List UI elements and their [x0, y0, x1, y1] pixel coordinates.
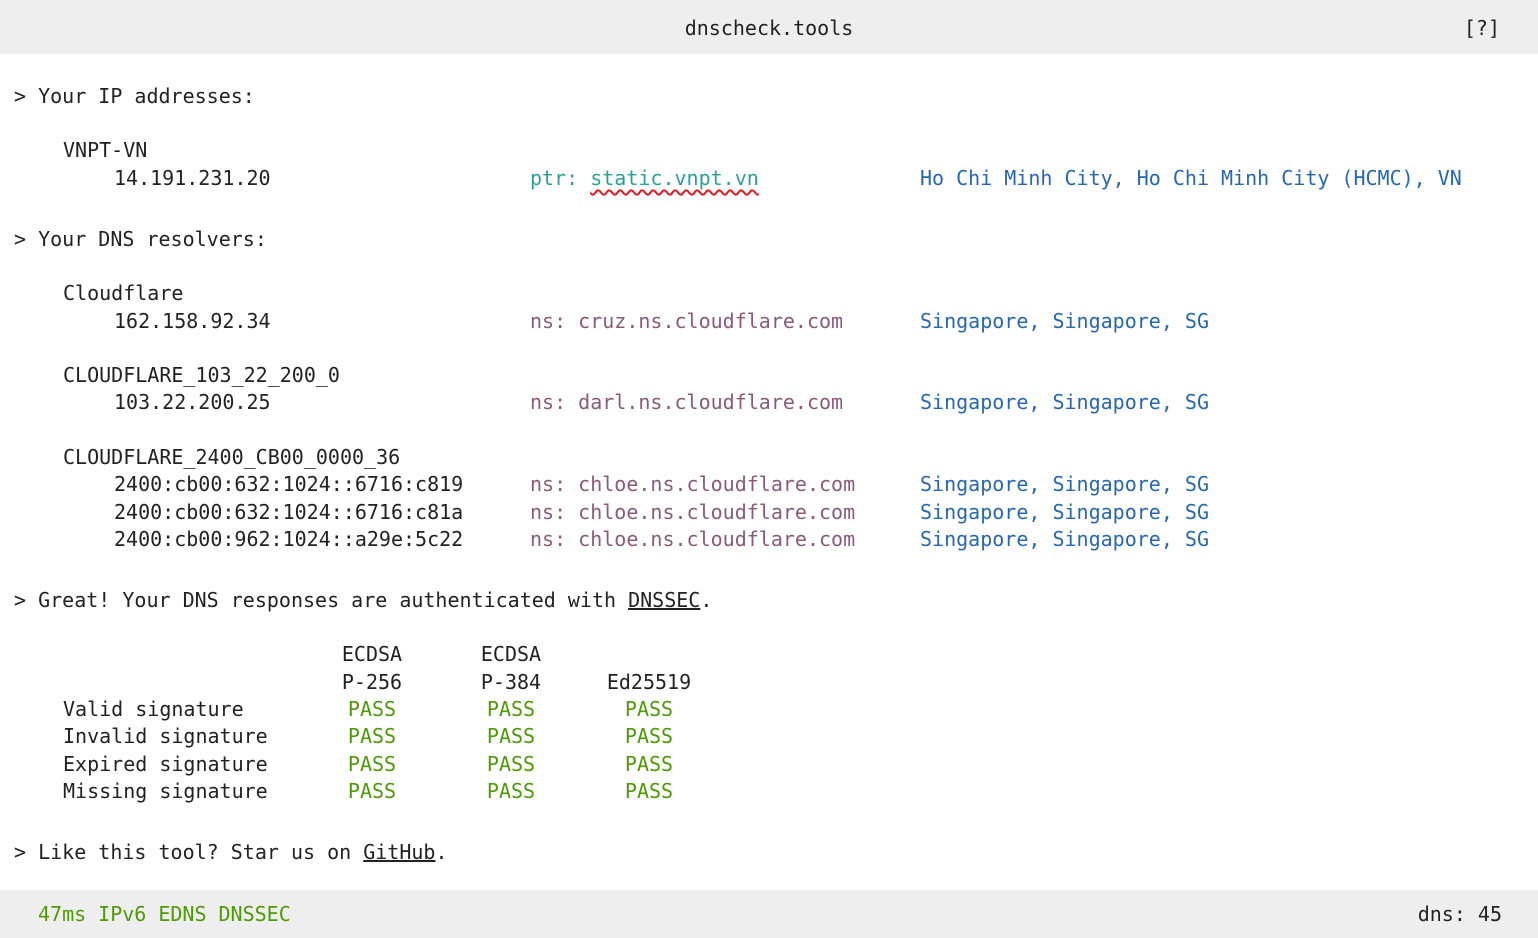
resolver-group-name: CLOUDFLARE_2400_CB00_0000_36 — [63, 445, 401, 469]
resolver-location: Singapore, Singapore, SG — [920, 527, 1209, 551]
dnssec-result: PASS — [347, 697, 397, 721]
github-line: > Like this tool? Star us on GitHub. — [14, 838, 448, 866]
github-link[interactable]: GitHub — [363, 840, 435, 864]
dnssec-col-header: ECDSA — [341, 642, 403, 666]
ptr-host-link[interactable]: static.vnpt.vn — [590, 166, 759, 190]
dnssec-col-header: Ed25519 — [606, 670, 692, 694]
ip-ptr: ptr: static.vnpt.vn — [530, 164, 759, 192]
dnssec-heading: > Great! Your DNS responses are authenti… — [14, 586, 712, 614]
ip-location: Ho Chi Minh City, Ho Chi Minh City (HCMC… — [920, 166, 1462, 190]
ptr-label: ptr: — [530, 166, 591, 190]
ip-address: 14.191.231.20 — [114, 166, 271, 190]
resolver-ip: 103.22.200.25 — [114, 390, 271, 414]
dnssec-result: PASS — [347, 779, 397, 803]
latency-flag: 47ms — [38, 902, 87, 926]
edns-flag: EDNS — [158, 902, 207, 926]
resolver-location: Singapore, Singapore, SG — [920, 500, 1209, 524]
dnssec-heading-suffix: . — [700, 588, 713, 612]
dnssec-col-header: ECDSA — [480, 642, 542, 666]
resolver-group-name: Cloudflare — [63, 281, 184, 305]
dnssec-result: PASS — [486, 724, 536, 748]
resolver-ns: ns: chloe.ns.cloudflare.com — [530, 500, 856, 524]
dnssec-link[interactable]: DNSSEC — [628, 588, 700, 612]
dnssec-col-header: P-256 — [341, 670, 403, 694]
github-prefix: > Like this tool? Star us on — [14, 840, 364, 864]
dnssec-result: PASS — [486, 697, 536, 721]
resolver-ip: 2400:cb00:962:1024::a29e:5c22 — [114, 527, 464, 551]
resolver-ns: ns: darl.ns.cloudflare.com — [530, 390, 844, 414]
resolver-ns: ns: chloe.ns.cloudflare.com — [530, 472, 856, 496]
resolver-ip: 2400:cb00:632:1024::6716:c81a — [114, 500, 464, 524]
resolver-ip: 162.158.92.34 — [114, 309, 271, 333]
site-title: dnscheck.tools — [684, 16, 854, 40]
dnssec-row-label: Valid signature — [63, 697, 244, 721]
resolver-ip: 2400:cb00:632:1024::6716:c819 — [114, 472, 464, 496]
dnssec-col-header: P-384 — [480, 670, 542, 694]
dnssec-heading-text: > Great! Your DNS responses are authenti… — [14, 588, 629, 612]
resolver-location: Singapore, Singapore, SG — [920, 390, 1209, 414]
resolver-ns: ns: chloe.ns.cloudflare.com — [530, 527, 856, 551]
dns-count: dns: 45 — [1417, 902, 1502, 926]
header-bar: dnscheck.tools [?] — [0, 0, 1538, 54]
dnssec-flag: DNSSEC — [218, 902, 291, 926]
dnssec-result: PASS — [486, 752, 536, 776]
dnssec-row-label: Missing signature — [63, 779, 268, 803]
status-flags: 47ms IPv6 EDNS DNSSEC — [38, 900, 303, 928]
ipv6-flag: IPv6 — [98, 902, 147, 926]
github-suffix: . — [435, 840, 448, 864]
resolver-group-name: CLOUDFLARE_103_22_200_0 — [63, 363, 340, 387]
dnssec-row-label: Expired signature — [63, 752, 268, 776]
dns-section-heading: > Your DNS resolvers: — [14, 227, 267, 251]
ip-isp-name: VNPT-VN — [63, 138, 148, 162]
ip-section-heading: > Your IP addresses: — [14, 84, 255, 108]
dnssec-result: PASS — [624, 724, 674, 748]
dnssec-result: PASS — [624, 752, 674, 776]
dnssec-result: PASS — [486, 779, 536, 803]
dnssec-result: PASS — [347, 724, 397, 748]
footer-bar: 47ms IPv6 EDNS DNSSEC dns: 45 — [0, 890, 1538, 938]
resolver-location: Singapore, Singapore, SG — [920, 472, 1209, 496]
help-button[interactable]: [?] — [1464, 14, 1500, 42]
dnssec-col-header — [584, 640, 714, 668]
dnssec-row-label: Invalid signature — [63, 724, 268, 748]
dnssec-result: PASS — [347, 752, 397, 776]
resolver-location: Singapore, Singapore, SG — [920, 309, 1209, 333]
resolver-ns: ns: cruz.ns.cloudflare.com — [530, 309, 844, 333]
dnssec-result: PASS — [624, 697, 674, 721]
dnssec-result: PASS — [624, 779, 674, 803]
